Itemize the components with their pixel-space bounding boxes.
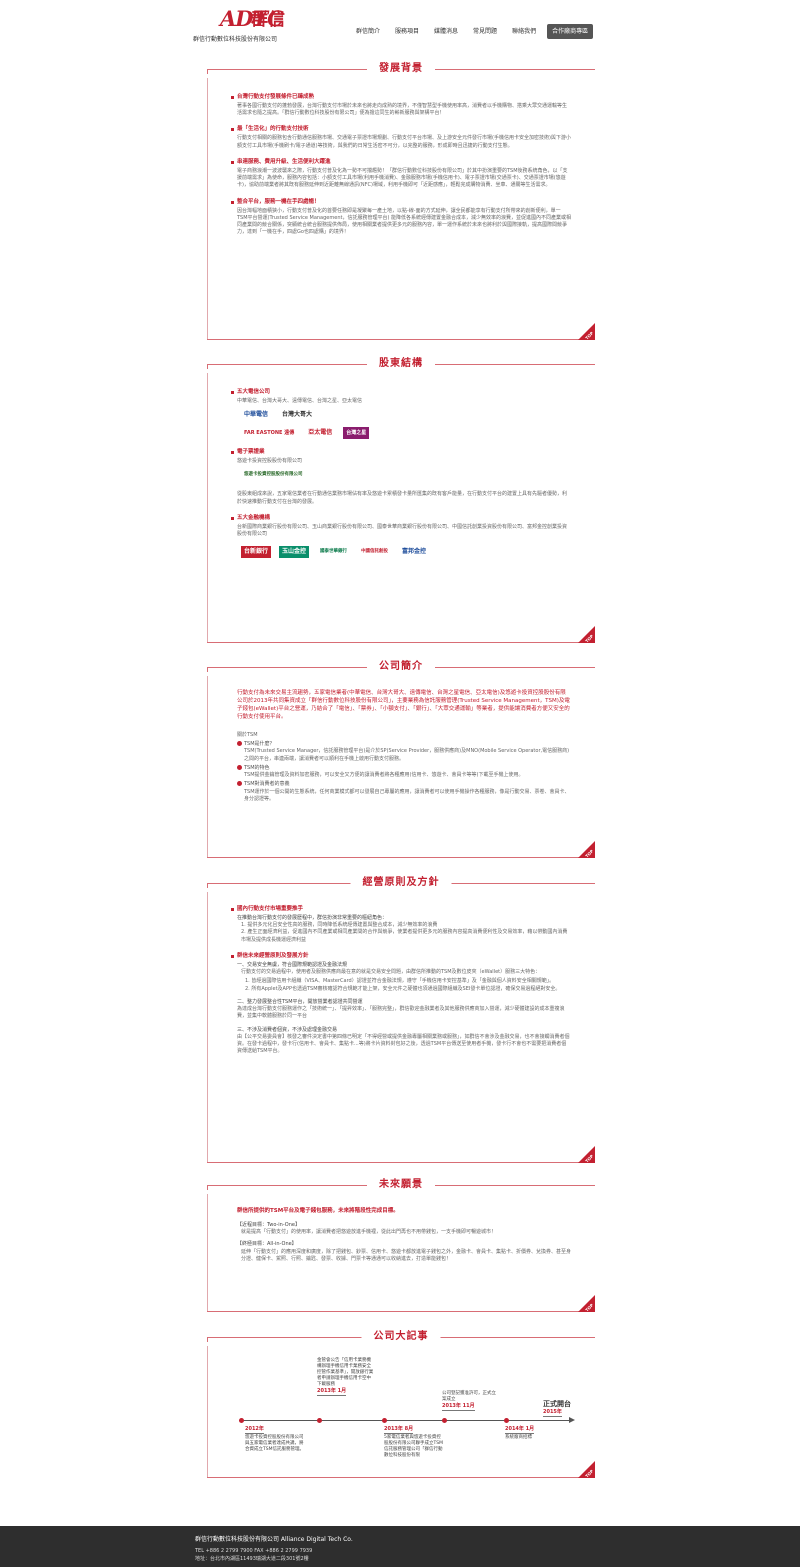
section-shareholders: 股東結構 TOP 五大電信公司 中華電信、台灣大哥大、遠傳電信、台灣之星、亞太電… xyxy=(207,357,595,644)
nav-contact[interactable]: 聯絡我們 xyxy=(508,24,540,39)
group-note: 從股東組成來說，五家電信業者在行動通信業務市場佔有率及悠遊卡累積發卡量所匯集的既… xyxy=(237,491,568,505)
timeline-event: 正式開台 2015年 xyxy=(543,1400,571,1418)
timeline-dot xyxy=(382,1418,387,1423)
item-heading: 整合平台，服務一機在手四處暢！ xyxy=(231,199,571,207)
info-icon xyxy=(237,764,242,770)
section-title: 股東結構 xyxy=(367,357,435,372)
tsm-label: 關於TSM xyxy=(237,731,258,738)
nav-services[interactable]: 服務項目 xyxy=(391,24,423,39)
esun-logo: 玉山金控 xyxy=(279,546,310,559)
cathay-logo: 國泰世華銀行 xyxy=(320,549,348,555)
nav-news[interactable]: 媒體消息 xyxy=(430,24,462,39)
cht-logo: 中華電信 xyxy=(244,410,269,418)
principle-list-item: 2. 所有Applet及APP也透過TSM審核確認符合規範才能上架，安全元件之硬… xyxy=(245,985,561,992)
qa-answer: TSM(Trusted Service Manager，信託服務管理平台)是介於… xyxy=(244,748,570,762)
fet-logo: FAR EASTONE 遠傳 xyxy=(244,429,295,436)
footer-contact: TEL +886 2 2799 7900 FAX +886 2 2799 793… xyxy=(195,1548,313,1554)
group-heading: 電子票證業 xyxy=(231,449,571,457)
principle-heading: 群信未來經營原則及發展方針 xyxy=(231,953,571,961)
section-history: 公司大記事 TOP 2012年 悠遊卡投資控股股份有限公司與五家電信業者達成共識，… xyxy=(207,1330,595,1479)
section-principles: 經營原則及方針 TOP 國內行動支付市場重要推手 在推動台灣行動支付的發展歷程中… xyxy=(207,876,595,1164)
group-heading: 五大金融機構 xyxy=(231,515,571,523)
goal-text: 就是提高「行動支付」的使用率，讓消費者把悠遊放進手機裡，從此出門再也不用帶錢包，… xyxy=(241,1229,497,1236)
principle-heading: 國內行動支付市場重要推手 xyxy=(231,906,571,914)
qa-question: TSM對消費者的意義 xyxy=(244,781,290,788)
group-heading: 五大電信公司 xyxy=(231,389,571,397)
item-heading: 台灣行動支付發展條件已臻成熟 xyxy=(231,94,571,102)
footer-address: 地址：台北市內湖區11493瑞湖大道二段301號2樓 xyxy=(195,1556,309,1562)
section-profile: 公司簡介 TOP 行動支付為未來交易主流趨勢，五家電信業者(中華電信、台灣大哥大… xyxy=(207,660,595,859)
fubon-logo: 富邦金控 xyxy=(402,548,427,556)
profile-intro: 行動支付為未來交易主流趨勢，五家電信業者(中華電信、台灣大哥大、遠傳電信、台灣之… xyxy=(237,690,570,720)
section-title: 經營原則及方針 xyxy=(350,876,452,891)
item-heading: 最「生活化」的行動支付技術 xyxy=(231,126,571,134)
timeline-event: 金管會公告「信用卡業務機構辦理手機信用卡業務安全控管作業基準」，開放銀行業者申請… xyxy=(317,1358,374,1397)
timeline-event: 公司登記獲准許可，正式立案成立 2013年 11月 xyxy=(442,1391,496,1411)
logo-cn: 群信 xyxy=(251,10,285,30)
principle-text: 由【公平交易委員會】核發之審件決定書中第四條已明定「不得經營或提供金融專屬相關業… xyxy=(237,1033,570,1055)
section-title: 發展背景 xyxy=(367,62,435,77)
footer-company: 群信行動數位科技股份有限公司 Alliance Digital Tech Co. xyxy=(195,1536,353,1543)
section-title: 公司大記事 xyxy=(361,1330,441,1345)
info-icon xyxy=(237,741,242,747)
twm-logo: 台灣大哥大 xyxy=(282,410,313,418)
tstar-logo: 台灣之星 xyxy=(343,427,370,440)
timeline-dot xyxy=(442,1418,447,1423)
qa-question: TSM的特色 xyxy=(244,764,270,771)
principle-text: 行動支付的交易過程中，使用者及服務供應商最在意的就是交易安全問題，由群信所推動的… xyxy=(241,969,541,976)
qa-question: TSM是什麼？ xyxy=(244,741,275,748)
item-text: 行動支付相關的服務包含行動通信服務市場、交通電子票證市場規劃、行動支付平台市場、… xyxy=(237,135,571,149)
timeline-event: 2012年 悠遊卡投資控股股份有限公司與五家電信業者達成共識，將合資成立TSM信託… xyxy=(245,1426,304,1452)
future-intro: 群信所提供的TSM平台及電子錢包服務，未來將階段性完成目標。 xyxy=(237,1208,399,1214)
principle-subheading: 三、不涉及消費者個資，不涉及處理金融交易 xyxy=(237,1026,338,1033)
section-background: 發展背景 TOP 台灣行動支付發展條件已臻成熟 著事各國行動支付的蓬勃發展，台灣… xyxy=(207,62,595,341)
group-text: 台新國際商業銀行股份有限公司、玉山商業銀行股份有限公司、國泰世華商業銀行股份有限… xyxy=(237,523,568,538)
principle-list-item: 2. 產生正面經濟利益，促進國內不同產業或相同產業間的合作與競爭，使業者提供更多… xyxy=(241,929,568,943)
item-text: 著事各國行動支付的蓬勃發展，台灣行動支付市場於未來也將走向成熟的境界，不僅智慧型… xyxy=(237,102,568,117)
item-text: 因台灣幅地面積狹小，行動支付普及化的首要任務即是凝聚每一產土地，以點-線-面的方… xyxy=(237,207,571,236)
footer: 群信行動數位科技股份有限公司 Alliance Digital Tech Co.… xyxy=(0,1526,800,1567)
info-icon xyxy=(237,781,242,787)
aptg-logo: 亞太電信 xyxy=(308,428,333,436)
item-heading: 串連服務、費用升級、生活便利大躍進 xyxy=(231,159,571,167)
principle-text: 為達成台灣行動支付服務運作之「技術統一」、「提昇效率」、「服務完整」，群信歡迎金… xyxy=(237,1006,565,1020)
qa-answer: TSM提供金鑰管理及資料加密服務，可以安全又方便的讓消費者將各種應用(信用卡、悠… xyxy=(244,772,524,779)
company-logo[interactable]: ADTC 群信 群信行動數位科技股份有限公司 xyxy=(193,6,303,43)
timeline: 2012年 悠遊卡投資控股股份有限公司與五家電信業者達成共識，將合資成立TSM信託… xyxy=(237,1354,575,1474)
nav-faq[interactable]: 常見問題 xyxy=(469,24,501,39)
company-name: 群信行動數位科技股份有限公司 xyxy=(193,36,278,43)
item-text: 電子商務浪潮一波波襲來之際，行動支付普及化為一勢不可擋趨勢！「群信行動數位科技股… xyxy=(237,167,568,189)
section-title: 公司簡介 xyxy=(367,660,435,675)
nav-about[interactable]: 群信簡介 xyxy=(352,24,384,39)
section-future: 未來願景 TOP 群信所提供的TSM平台及電子錢包服務，未來將階段性完成目標。 … xyxy=(207,1178,595,1313)
group-text: 悠遊卡投資控股股份有限公司 xyxy=(237,458,303,465)
taishin-logo: 台新銀行 xyxy=(241,546,272,559)
group-text: 中華電信、台灣大哥大、遠傳電信、台灣之星、亞太電信 xyxy=(237,397,363,404)
timeline-event: 2013年 8月 5家電信業者與悠遊卡投資控股股份有限公司聯手成立TSM信託服務管… xyxy=(384,1426,443,1458)
easycard-logo: 悠遊卡投資控股股份有限公司 xyxy=(244,472,303,478)
goal-heading: 【終極目標：All-in-One】 xyxy=(237,1241,297,1248)
main-nav: 群信簡介 服務項目 媒體消息 常見問題 聯絡我們 合作廠商專區 xyxy=(352,24,600,39)
goal-text: 延伸「行動支付」的應用深度和廣度，除了把錢包、鈔票、信用卡、悠遊卡都放進電子錢包… xyxy=(241,1248,572,1262)
timeline-dot xyxy=(504,1418,509,1423)
header: ADTC 群信 群信行動數位科技股份有限公司 群信簡介 服務項目 媒體消息 常見… xyxy=(0,0,800,50)
section-title: 未來願景 xyxy=(367,1178,435,1193)
nav-partners[interactable]: 合作廠商專區 xyxy=(547,24,594,39)
principle-list-item: 1. 皆經過國際信用卡組織（VISA、MasterCard）認證並符合金融法規，… xyxy=(245,978,555,985)
timeline-dot xyxy=(239,1418,244,1423)
timeline-dot xyxy=(317,1418,322,1423)
qa-answer: TSM運作於一個公開的生態系統，任何商業模式都可以發展自己專屬的應用，讓消費者可… xyxy=(244,788,570,802)
timeline-event: 2014年 1月 系統廠商招標 xyxy=(505,1426,535,1440)
ctbc-logo: 中國信託創投 xyxy=(361,549,389,555)
